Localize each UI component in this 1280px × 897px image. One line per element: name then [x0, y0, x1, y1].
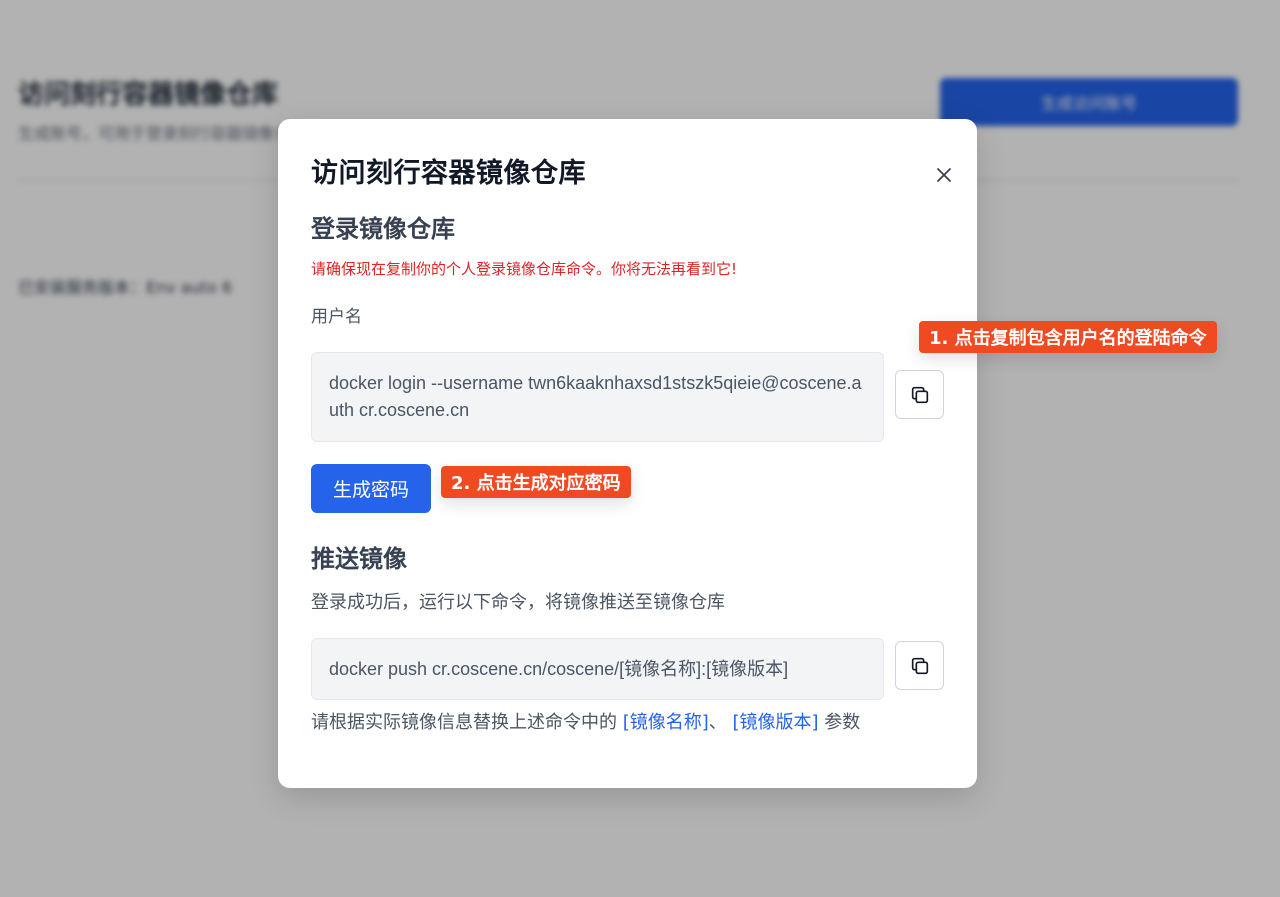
push-section-title: 推送镜像 — [311, 545, 407, 573]
close-icon — [937, 168, 951, 182]
push-command-box[interactable]: docker push cr.coscene.cn/coscene/[镜像名称]… — [311, 638, 884, 700]
hint-suffix: 参数 — [818, 712, 861, 733]
copy-login-command-button[interactable] — [895, 370, 944, 419]
login-section-title: 登录镜像仓库 — [311, 215, 455, 243]
login-command-box[interactable]: docker login --username twn6kaaknhaxsd1s… — [311, 352, 884, 442]
image-name-link[interactable]: [镜像名称] — [623, 712, 709, 733]
copy-push-command-button[interactable] — [895, 641, 944, 690]
push-command-text: docker push cr.coscene.cn/coscene/[镜像名称]… — [329, 658, 789, 679]
annotation-step-2: 2. 点击生成对应密码 — [441, 466, 631, 498]
hint-prefix: 请根据实际镜像信息替换上述命令中的 — [311, 712, 623, 733]
login-command-text: docker login --username twn6kaaknhaxsd1s… — [329, 373, 862, 420]
hint-separator: 、 — [708, 712, 733, 733]
replace-params-hint: 请根据实际镜像信息替换上述命令中的 [镜像名称]、 [镜像版本] 参数 — [311, 708, 860, 734]
modal-title: 访问刻行容器镜像仓库 — [311, 158, 586, 189]
push-description: 登录成功后，运行以下命令，将镜像推送至镜像仓库 — [311, 592, 725, 613]
generate-password-button[interactable]: 生成密码 — [311, 464, 431, 513]
username-label: 用户名 — [311, 307, 362, 327]
annotation-step-1: 1. 点击复制包含用户名的登陆命令 — [919, 321, 1217, 353]
close-button[interactable] — [930, 161, 958, 189]
copy-icon — [911, 386, 928, 403]
image-version-link[interactable]: [镜像版本] — [733, 712, 819, 733]
copy-warning-text: 请确保现在复制你的个人登录镜像仓库命令。你将无法再看到它! — [311, 260, 738, 278]
copy-icon — [911, 657, 928, 674]
registry-access-modal: 访问刻行容器镜像仓库 登录镜像仓库 请确保现在复制你的个人登录镜像仓库命令。你将… — [278, 119, 977, 788]
